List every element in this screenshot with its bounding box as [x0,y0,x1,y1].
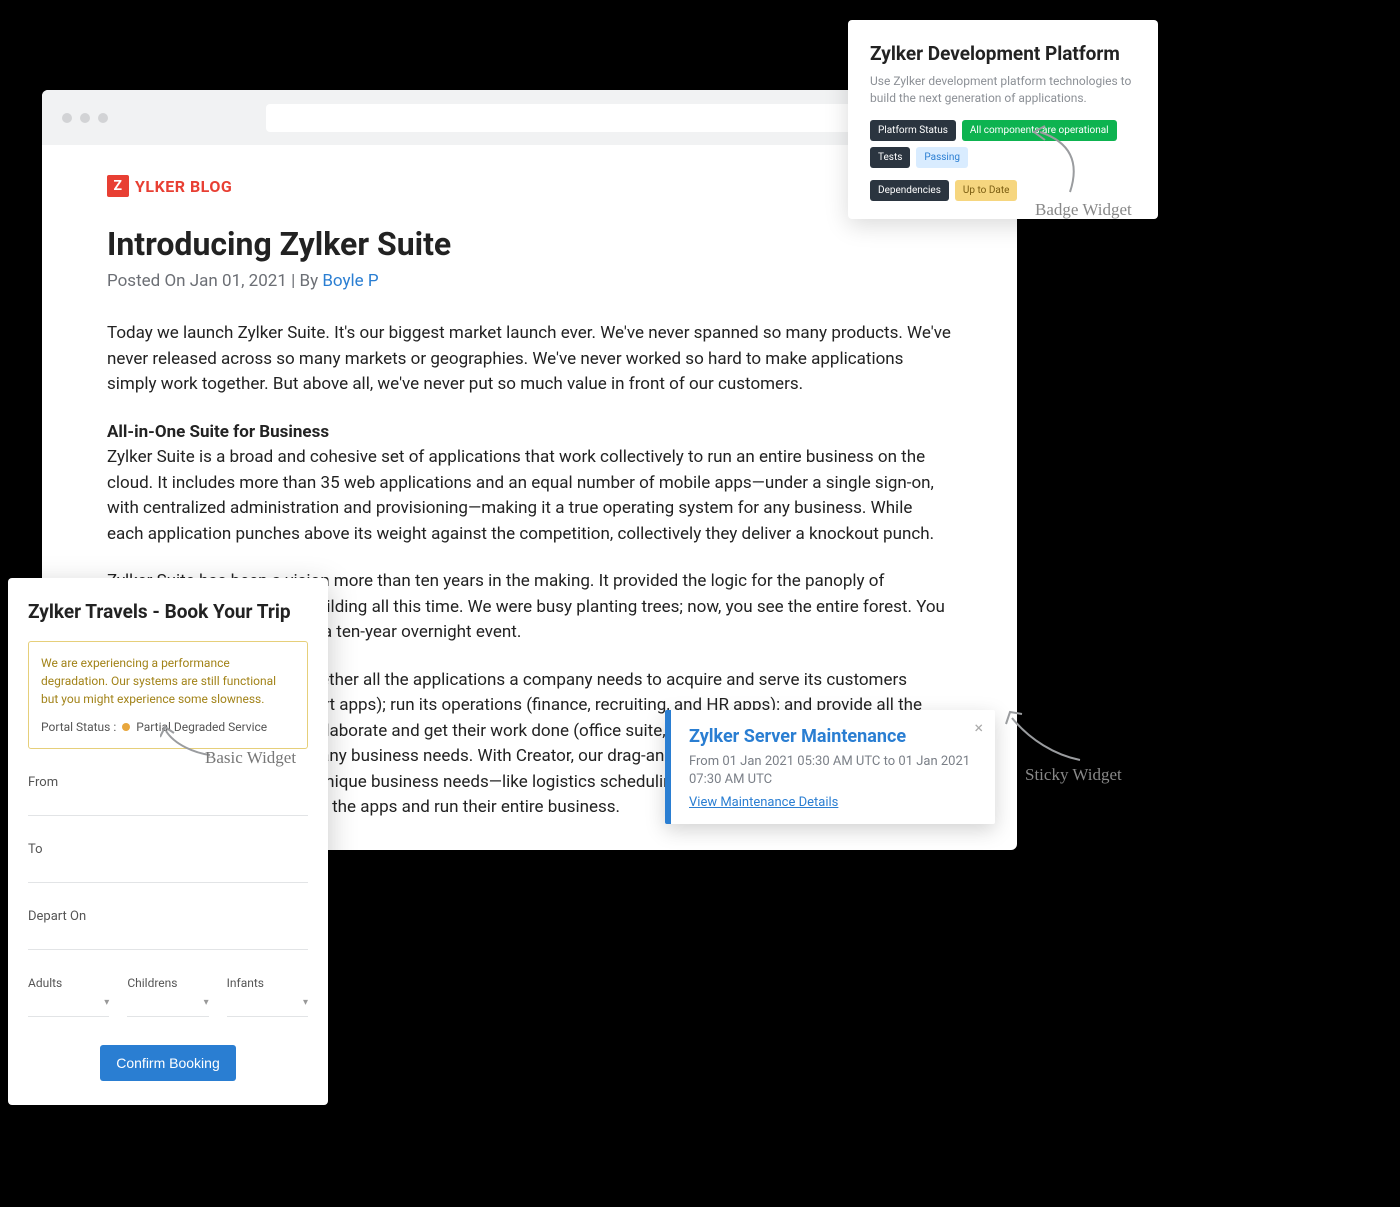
author-link[interactable]: Boyle P [322,271,378,291]
platform-status-label: Platform Status [870,120,956,141]
window-dot [80,113,90,123]
badge-widget-label: Badge Widget [1035,200,1132,220]
deps-value: Up to Date [955,180,1018,201]
from-field: From [28,771,308,816]
window-dot [62,113,72,123]
passenger-row: Adults Childrens Infants [28,972,308,1017]
sticky-link[interactable]: View Maintenance Details [689,795,838,810]
depart-label: Depart On [28,909,86,924]
posted-date: Jan 01, 2021 [190,271,287,291]
by-prefix: | By [287,271,322,291]
logo-icon: Z [107,175,129,197]
tests-value: Passing [916,147,968,168]
adults-dropdown[interactable] [28,995,109,1017]
to-label: To [28,842,43,857]
children-select: Childrens [127,972,208,1017]
blog-logo: Z YLKER BLOG [107,175,952,197]
posted-prefix: Posted On [107,271,190,291]
adults-label: Adults [28,976,62,990]
from-input[interactable] [28,794,308,816]
badge-card-sub: Use Zylker development platform technolo… [870,73,1136,108]
status-label: Portal Status : [41,718,116,736]
infants-label: Infants [227,976,264,990]
badge-card-title: Zylker Development Platform [870,42,1136,65]
confirm-booking-button[interactable]: Confirm Booking [100,1045,236,1081]
tests-label: Tests [870,147,910,168]
depart-field: Depart On [28,905,308,950]
paragraph: Today we launch Zylker Suite. It's our b… [107,321,952,398]
arrow-icon [1000,700,1090,770]
from-label: From [28,775,58,790]
section-heading: All-in-One Suite for Business [107,422,329,442]
deps-label: Dependencies [870,180,949,201]
travel-booking-card: Zylker Travels - Book Your Trip We are e… [8,578,328,1105]
adults-select: Adults [28,972,109,1017]
sticky-sub: From 01 Jan 2021 05:30 AM UTC to 01 Jan … [689,753,977,789]
paragraph: Zylker Suite is a broad and cohesive set… [107,447,934,544]
sticky-title: Zylker Server Maintenance [689,726,977,747]
post-meta: Posted On Jan 01, 2021 | By Boyle P [107,271,952,291]
window-dot [98,113,108,123]
close-icon[interactable]: × [974,718,983,737]
children-dropdown[interactable] [127,995,208,1017]
status-dot-icon [122,723,130,731]
travel-title: Zylker Travels - Book Your Trip [28,600,308,623]
arrow-icon [1020,122,1100,202]
sticky-widget-label: Sticky Widget [1025,765,1122,785]
logo-text: YLKER BLOG [135,177,232,196]
basic-widget-label: Basic Widget [205,748,296,768]
to-input[interactable] [28,861,308,883]
page-title: Introducing Zylker Suite [107,225,952,263]
warning-text: We are experiencing a performance degrad… [41,654,295,708]
depart-input[interactable] [28,928,308,950]
infants-select: Infants [227,972,308,1017]
sticky-widget-card: × Zylker Server Maintenance From 01 Jan … [665,710,995,824]
badge-widget-card: Zylker Development Platform Use Zylker d… [848,20,1158,219]
to-field: To [28,838,308,883]
children-label: Childrens [127,976,177,990]
infants-dropdown[interactable] [227,995,308,1017]
